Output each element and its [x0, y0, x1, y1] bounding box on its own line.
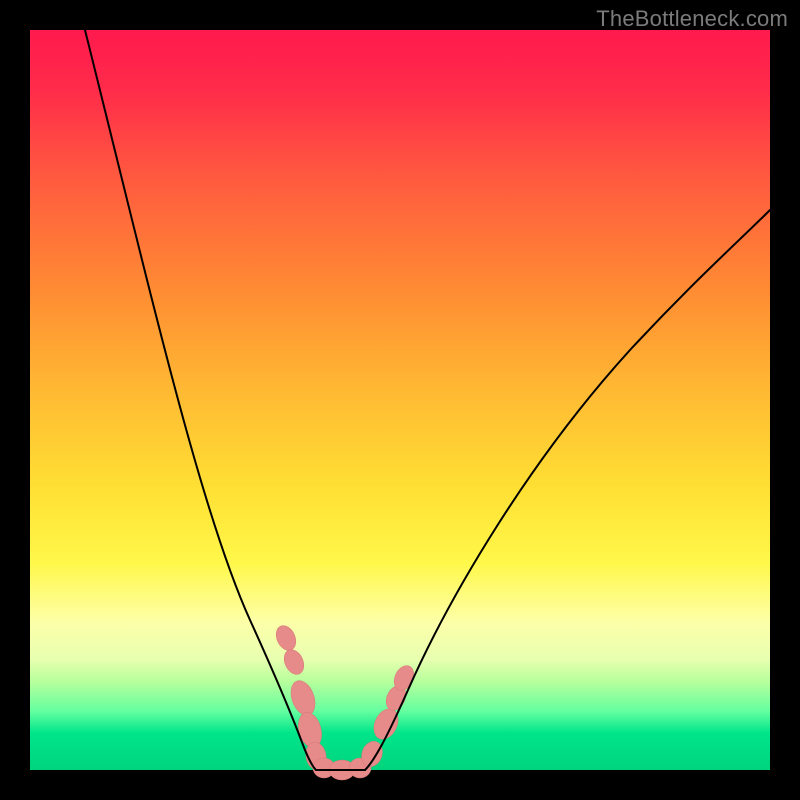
watermark-text: TheBottleneck.com — [596, 6, 788, 32]
marker-point — [280, 646, 307, 677]
curve-right-branch — [365, 210, 770, 770]
marker-point — [272, 622, 299, 653]
marker-group — [272, 622, 417, 780]
curve-left-branch — [85, 30, 316, 770]
chart-svg — [30, 30, 770, 770]
marker-point — [287, 677, 320, 718]
plot-area — [30, 30, 770, 770]
chart-frame: TheBottleneck.com — [0, 0, 800, 800]
